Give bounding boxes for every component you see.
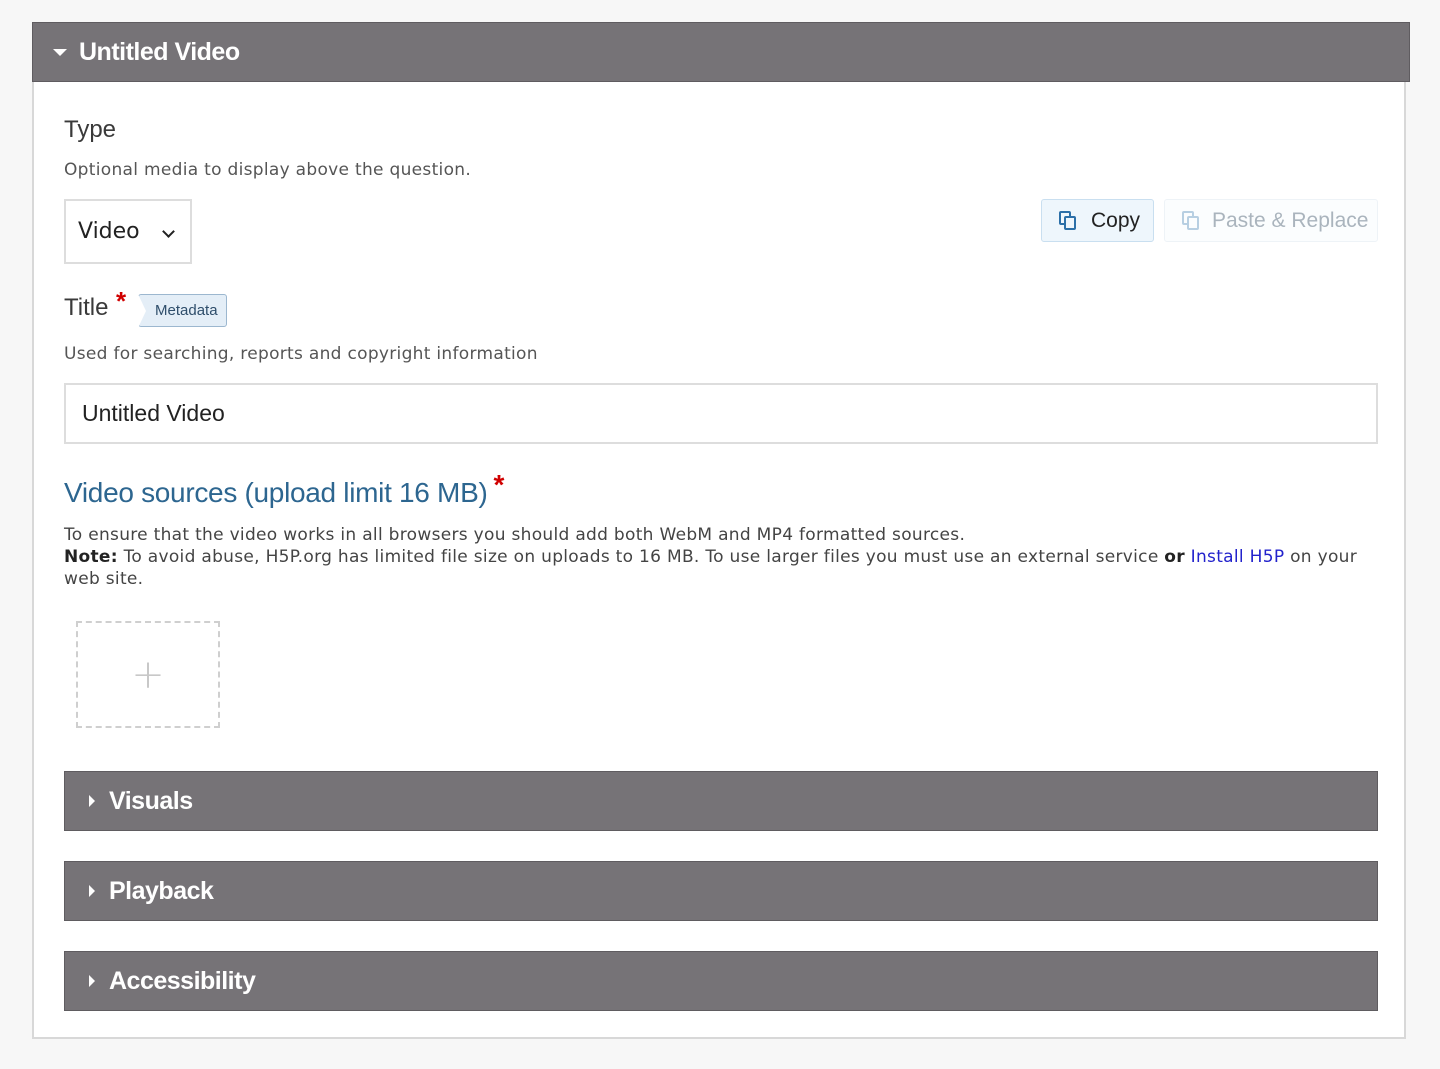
add-video-source-button[interactable]: + — [76, 621, 220, 728]
required-mark: * — [116, 286, 127, 316]
title-label-row: Title * — [64, 286, 126, 322]
chevron-down-icon — [162, 225, 175, 238]
paste-replace-button[interactable]: Paste & Replace — [1164, 199, 1378, 242]
note-text: To avoid abuse, H5P.org has limited file… — [117, 547, 1165, 567]
video-sources-heading-text: Video sources (upload limit 16 MB) — [64, 477, 488, 508]
paste-button-label: Paste & Replace — [1212, 208, 1369, 232]
sources-line1: To ensure that the video works in all br… — [64, 525, 966, 545]
caret-down-icon — [53, 48, 67, 56]
caret-right-icon — [89, 795, 95, 807]
group-playback[interactable]: Playback — [64, 861, 1378, 921]
copy-button[interactable]: Copy — [1041, 199, 1154, 242]
type-select[interactable]: Video — [64, 199, 192, 264]
copy-icon — [1059, 210, 1079, 231]
group-title: Visuals — [109, 786, 193, 815]
video-sources-heading: Video sources (upload limit 16 MB) * — [64, 469, 504, 509]
panel-header[interactable]: Untitled Video — [32, 22, 1410, 82]
plus-icon: + — [131, 651, 165, 698]
video-sources-description: To ensure that the video works in all br… — [64, 524, 1364, 590]
paste-icon — [1182, 210, 1202, 231]
title-description: Used for searching, reports and copyrigh… — [64, 344, 538, 364]
title-label: Title — [64, 294, 109, 321]
note-label: Note: — [64, 547, 118, 567]
metadata-button[interactable]: Metadata — [138, 294, 227, 328]
title-input[interactable] — [64, 383, 1378, 444]
group-title: Playback — [109, 876, 214, 905]
required-mark: * — [493, 469, 505, 500]
caret-right-icon — [89, 975, 95, 987]
panel-title: Untitled Video — [79, 37, 240, 66]
group-title: Accessibility — [109, 966, 256, 995]
caret-right-icon — [89, 885, 95, 897]
copy-button-label: Copy — [1091, 208, 1141, 232]
group-visuals[interactable]: Visuals — [64, 771, 1378, 831]
or-text: or — [1164, 547, 1185, 567]
type-description: Optional media to display above the ques… — [64, 160, 472, 180]
type-select-value: Video — [78, 219, 140, 244]
install-h5p-link[interactable]: Install H5P — [1191, 547, 1285, 567]
type-label: Type — [64, 116, 117, 143]
group-accessibility[interactable]: Accessibility — [64, 951, 1378, 1011]
video-panel: Untitled Video Type Optional media to di… — [32, 22, 1410, 1039]
